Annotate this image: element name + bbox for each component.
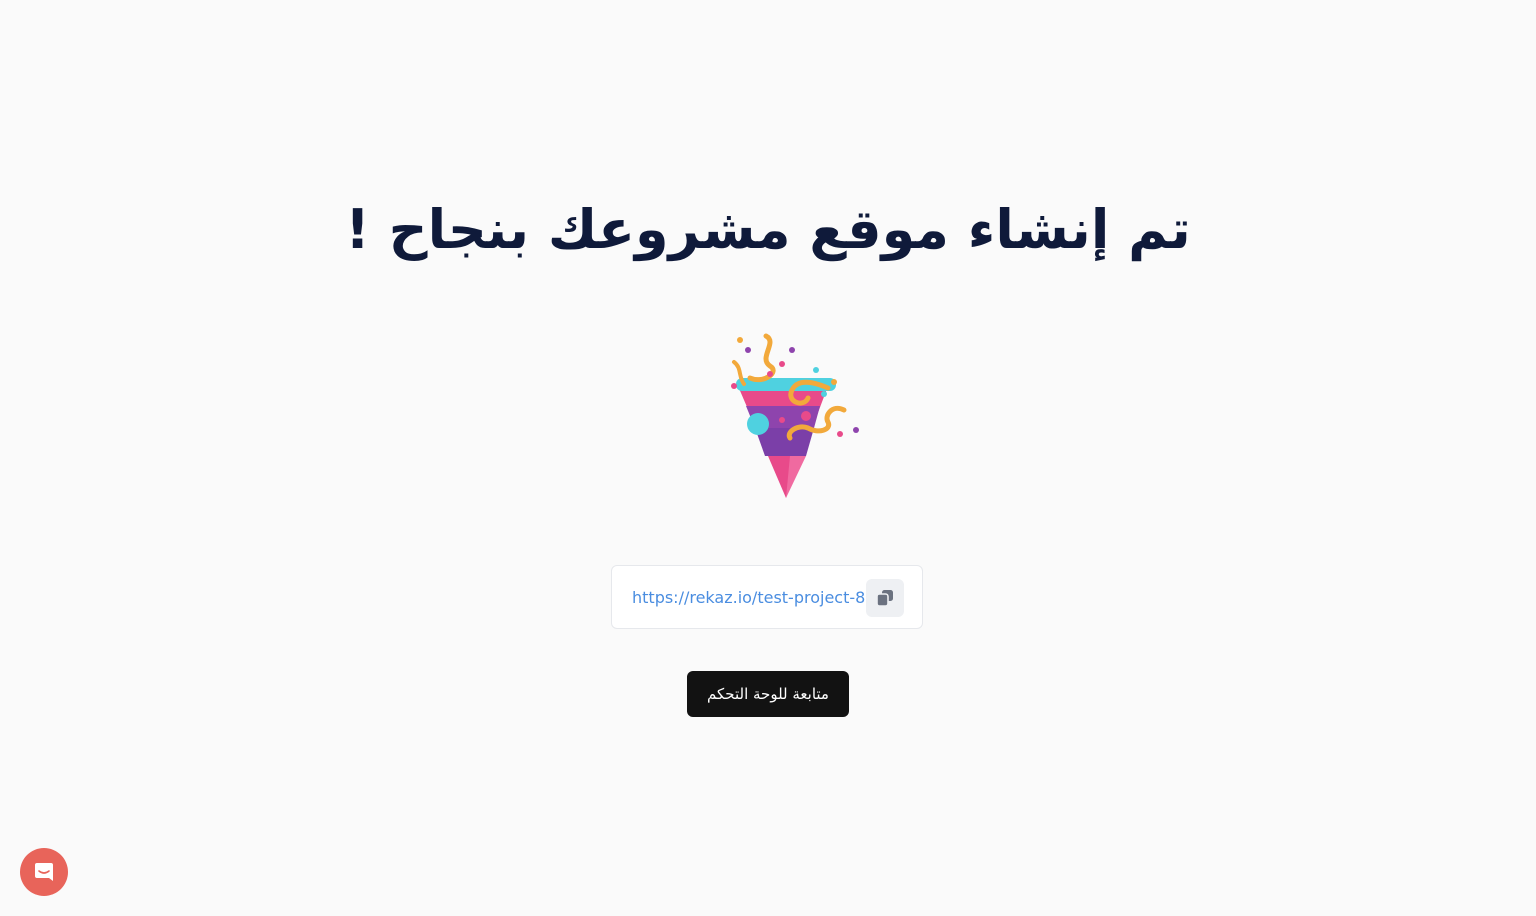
- copy-url-button[interactable]: [866, 579, 904, 617]
- page-title: تم إنشاء موقع مشروعك بنجاح !: [345, 198, 1191, 261]
- continue-to-dashboard-button[interactable]: متابعة للوحة التحكم: [687, 671, 849, 717]
- site-url-box: https://rekaz.io/test-project-8: [611, 565, 923, 629]
- success-page: تم إنشاء موقع مشروعك بنجاح ! https://rek…: [0, 0, 1536, 916]
- support-chat-button[interactable]: [20, 848, 68, 896]
- site-url-link[interactable]: https://rekaz.io/test-project-8: [632, 586, 865, 610]
- party-popper-icon: [728, 328, 868, 503]
